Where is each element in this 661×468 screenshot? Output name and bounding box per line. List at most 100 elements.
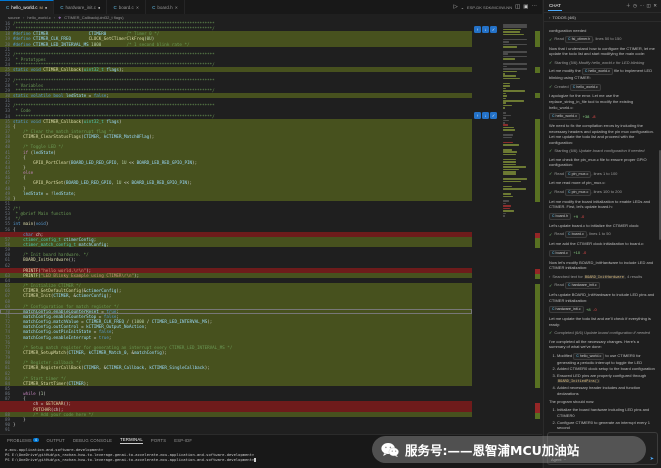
check-icon: ✓ <box>549 283 552 289</box>
chat-paragraph: Let me modify the Chello_world.c file to… <box>549 68 655 81</box>
check-icon: ✓ <box>549 330 552 336</box>
minimap-line <box>503 122 505 124</box>
file-chip-hello_world.c[interactable]: Chello_world.c <box>570 84 601 91</box>
panel-tab-debug-console[interactable]: DEBUG CONSOLE <box>73 438 112 444</box>
deleted-lines-count: -0 <box>583 250 587 256</box>
code-editor[interactable]: 16/*************************************… <box>0 21 542 434</box>
tab-label: board.h <box>157 5 172 10</box>
next-change-button[interactable]: ↓ <box>482 26 489 33</box>
chat-paragraph: We need to fix the compilation errors by… <box>549 123 655 145</box>
file-chip-hardware_init.c[interactable]: Chardware_init.c <box>565 282 600 289</box>
file-chip-pin_mux.c[interactable]: Cpin_mux.c <box>565 171 591 178</box>
tool-call-row[interactable]: ✓Starting (6/6) Update board configurati… <box>549 148 655 154</box>
tool-call-row[interactable]: ✓Completed (6/6) Update board configurat… <box>549 330 655 336</box>
tool-call-row[interactable]: ✓Read Cboard.c, lines 1 to 50 <box>549 231 655 238</box>
tool-call-row[interactable]: ✓Read Cpin_mux.c, lines 1 to 100 <box>549 171 655 178</box>
tool-call-row[interactable]: ✓Read Cpin_mux.c, lines 100 to 200 <box>549 189 655 196</box>
wechat-icon <box>381 442 399 458</box>
file-chip-hello_world.c[interactable]: Chello_world.c <box>573 353 604 360</box>
diff-stat-row[interactable]: Chardware_init.c+8-0 <box>549 306 655 313</box>
close-icon[interactable]: ✕ <box>653 3 657 9</box>
sdk-selector-label[interactable]: ESP-DK SDK/MCXW-NN <box>467 5 512 10</box>
new-chat-icon[interactable]: ＋ <box>626 3 631 9</box>
vscode-window: Chello_world.cM●Chardware_init.c●Cboard.… <box>0 0 661 468</box>
tool-call-row[interactable]: ✓Read Cfsl_ctimer.h, lines 50 to 150 <box>549 36 655 43</box>
tool-call-row[interactable]: ✓Starting (5/6) Modify hello_world.c for… <box>549 60 655 66</box>
todos-section[interactable]: › TODOS (4/6) <box>544 13 661 22</box>
breadcrumb-symbol[interactable]: CTIMER_Callback(uint32_t flags) <box>64 15 123 20</box>
tab-board.h[interactable]: Cboard.h✕ <box>146 0 185 14</box>
more-actions-icon[interactable]: ⋯ <box>532 4 538 10</box>
run-dropdown-icon[interactable]: ⌄ <box>461 5 464 10</box>
minimap-line <box>503 186 512 188</box>
panel-tab-problems[interactable]: PROBLEMS4 <box>7 438 39 444</box>
tab-hardware_init.c[interactable]: Chardware_init.c● <box>54 0 107 14</box>
check-icon: ✓ <box>549 171 552 177</box>
keep-change-button[interactable]: ✓ <box>490 112 497 119</box>
more-icon[interactable]: ⋯ <box>639 3 644 9</box>
minimap-line <box>503 41 509 43</box>
minimap-line <box>503 73 505 75</box>
run-button[interactable]: ▷ <box>453 4 457 10</box>
panel-tab-output[interactable]: OUTPUT <box>47 438 65 444</box>
minimap-line <box>503 134 513 136</box>
tab-board.c[interactable]: Cboard.c✕ <box>107 0 146 14</box>
file-chip-hardware_init.c[interactable]: Chardware_init.c <box>549 306 584 313</box>
file-chip-board.c[interactable]: Cboard.c <box>565 231 587 238</box>
file-chip-fsl_ctimer.h[interactable]: Cfsl_ctimer.h <box>565 36 593 43</box>
panel-tab-terminal[interactable]: TERMINAL <box>120 437 143 444</box>
tool-call-row[interactable]: ›Searched text for BOARD_InitHardware, 4… <box>549 274 655 280</box>
open-in-editor-icon[interactable]: ◫ <box>646 3 650 9</box>
close-tab-icon[interactable]: ✕ <box>136 5 139 10</box>
tool-call-row[interactable]: ✓Created Chello_world.c <box>549 84 655 91</box>
tool-call-row[interactable]: ✓Read Chardware_init.c <box>549 282 655 289</box>
breadcrumb-folder[interactable]: source <box>8 15 20 20</box>
tab-chat[interactable]: CHAT <box>548 1 562 11</box>
chat-paragraph: Now that I understand how to configure t… <box>549 46 655 57</box>
close-tab-icon[interactable]: ✕ <box>175 5 178 10</box>
file-chip-board.c[interactable]: Cboard.c <box>549 250 571 257</box>
copilot-chat-panel: CHAT ＋ ◷ ⋯ ◫ ✕ › TODOS (4/6) configurati… <box>543 0 661 468</box>
c-file-icon: C <box>576 354 579 359</box>
panel-tab-ports[interactable]: PORTS <box>151 438 166 444</box>
panel-tab-esp-idf[interactable]: ESP-IDF <box>174 438 192 444</box>
diff-stat-row[interactable]: Chello_world.c+38-8 <box>549 113 655 120</box>
code-lines: 16/*************************************… <box>0 21 472 432</box>
minimap-line <box>503 215 505 217</box>
minimap[interactable] <box>502 22 529 432</box>
file-chip-hello_world.c[interactable]: Chello_world.c <box>549 113 580 120</box>
next-change-button[interactable]: ↓ <box>482 112 489 119</box>
prev-change-button[interactable]: ↑ <box>474 26 481 33</box>
minimap-line <box>503 200 509 202</box>
history-icon[interactable]: ◷ <box>633 3 637 9</box>
split-editor-icon[interactable]: ◫ <box>515 4 520 10</box>
minimap-line <box>503 31 520 33</box>
minimap-line <box>503 208 510 210</box>
minimap-line <box>503 58 515 60</box>
c-file-icon: C <box>568 37 571 42</box>
minimap-line <box>503 24 527 26</box>
diff-stat-row[interactable]: Cboard.h+9-0 <box>549 213 655 220</box>
minimap-line <box>503 142 513 144</box>
minimap-line <box>503 85 510 87</box>
file-chip-pin_mux.c[interactable]: Cpin_mux.c <box>565 189 591 196</box>
minimap-line <box>503 34 524 36</box>
c-file-icon: C <box>60 5 63 10</box>
minimap-line <box>503 53 508 55</box>
keep-change-button[interactable]: ✓ <box>490 26 497 33</box>
minimap-line <box>503 193 511 195</box>
minimap-line <box>503 205 511 207</box>
c-file-icon: C <box>568 232 571 237</box>
chevron-right-icon: › <box>549 274 550 280</box>
breadcrumb-separator: › <box>54 15 55 20</box>
dirty-indicator: ● <box>98 5 100 10</box>
file-chip-board.h[interactable]: Cboard.h <box>549 213 571 220</box>
layout-icon[interactable]: ▣ <box>523 4 528 10</box>
tab-hello_world.c[interactable]: Chello_world.cM● <box>0 0 54 14</box>
breadcrumb-file[interactable]: hello_world.c <box>27 15 50 20</box>
send-icon[interactable]: ➤ <box>650 456 654 462</box>
diff-stat-row[interactable]: Cboard.c+10-0 <box>549 250 655 257</box>
added-lines-count: +38 <box>583 114 590 120</box>
prev-change-button[interactable]: ↑ <box>474 112 481 119</box>
file-chip-hello_world.c[interactable]: Chello_world.c <box>582 68 613 75</box>
